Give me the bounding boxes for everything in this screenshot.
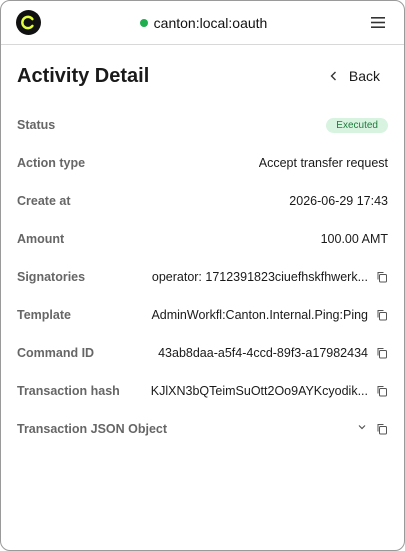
back-button[interactable]: Back — [330, 68, 388, 84]
copy-icon[interactable] — [376, 309, 388, 321]
copy-icon[interactable] — [376, 423, 388, 435]
chevron-down-icon[interactable] — [358, 424, 368, 434]
detail-row-created-at: Create at 2026-06-29 17:43 — [17, 182, 388, 220]
action-type-value: Accept transfer request — [258, 156, 388, 170]
signatories-label: Signatories — [17, 270, 86, 284]
detail-row-amount: Amount 100.00 AMT — [17, 220, 388, 258]
command-id-value: 43ab8daa-a5f4-4ccd-89f3-a17982434 — [158, 346, 368, 360]
status-badge: Executed — [326, 117, 388, 133]
detail-row-template: Template AdminWorkfl:Canton.Internal.Pin… — [17, 296, 388, 334]
transaction-hash-value: KJlXN3bQTeimSuOtt2Oo9AYKcyodik... — [150, 384, 368, 398]
amount-label: Amount — [17, 232, 65, 246]
top-bar: canton:local:oauth — [1, 1, 404, 45]
created-at-label: Create at — [17, 194, 71, 208]
transaction-hash-label: Transaction hash — [17, 384, 120, 398]
copy-icon[interactable] — [376, 385, 388, 397]
transaction-json-label: Transaction JSON Object — [17, 422, 168, 436]
chevron-left-icon — [330, 71, 340, 81]
detail-row-transaction-hash: Transaction hash KJlXN3bQTeimSuOtt2Oo9AY… — [17, 372, 388, 410]
network-status-dot — [139, 18, 148, 27]
detail-row-signatories: Signatories operator: 1712391823ciuefhsk… — [17, 258, 388, 296]
page-header: Activity Detail Back — [1, 46, 404, 106]
status-label: Status — [17, 118, 56, 132]
command-id-label: Command ID — [17, 346, 95, 360]
detail-row-transaction-json[interactable]: Transaction JSON Object — [17, 410, 388, 448]
back-label: Back — [348, 68, 380, 84]
detail-list: Status Executed Action type Accept trans… — [1, 106, 404, 448]
template-label: Template — [17, 308, 71, 322]
amount-value: 100.00 AMT — [320, 232, 388, 246]
canton-logo-icon[interactable] — [16, 10, 41, 35]
network-indicator[interactable]: canton:local:oauth — [139, 14, 268, 31]
action-type-label: Action type — [17, 156, 86, 170]
hamburger-menu-icon[interactable] — [366, 11, 390, 35]
copy-icon[interactable] — [376, 347, 388, 359]
detail-row-status: Status Executed — [17, 106, 388, 144]
app-window: canton:local:oauth Activity Detail Back … — [0, 0, 405, 551]
detail-row-command-id: Command ID 43ab8daa-a5f4-4ccd-89f3-a1798… — [17, 334, 388, 372]
signatories-value: operator: 1712391823ciuefhskfhwerk... — [151, 270, 368, 284]
template-value: AdminWorkfl:Canton.Internal.Ping:Ping — [151, 308, 368, 322]
created-at-value: 2026-06-29 17:43 — [289, 194, 388, 208]
page-title: Activity Detail — [17, 64, 150, 87]
network-name: canton:local:oauth — [153, 14, 268, 31]
detail-row-action-type: Action type Accept transfer request — [17, 144, 388, 182]
copy-icon[interactable] — [376, 271, 388, 283]
